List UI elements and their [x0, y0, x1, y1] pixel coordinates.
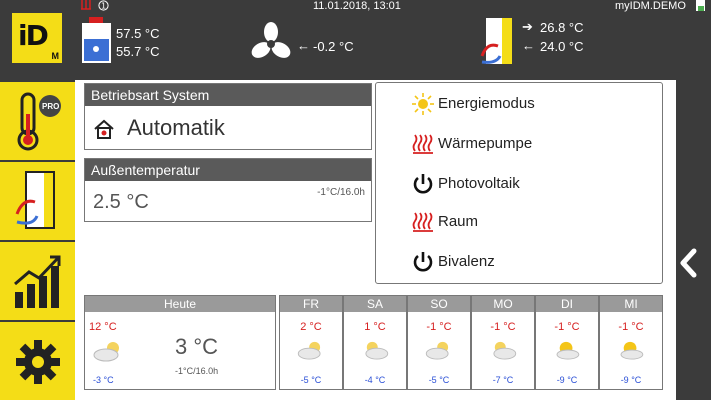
mode-item-bivalenz[interactable]: Bivalenz [413, 252, 495, 272]
forecast-high: -1 °C [426, 321, 452, 333]
forecast-low: -9 °C [620, 375, 642, 385]
today-high: 12 °C [89, 321, 117, 333]
chevron-left-icon[interactable] [678, 248, 700, 278]
boiler-top-temp: 57.5 °C [116, 26, 160, 41]
forecast-day-label: MO [472, 296, 534, 312]
forecast-low: -4 °C [364, 375, 386, 385]
sun-icon [412, 93, 434, 115]
sidebar-item-settings[interactable] [0, 322, 75, 400]
forecast-high: 1 °C [364, 321, 386, 333]
forecast-day-label: SA [344, 296, 406, 312]
sidebar-item-thermometer-pro[interactable]: PRO [0, 82, 75, 160]
forecast-day-label: FR [280, 296, 342, 312]
arrow-right-icon: ➔ [522, 19, 533, 34]
forecast-low: -5 °C [300, 375, 322, 385]
fan-icon[interactable] [250, 22, 292, 64]
sunny-cloud-icon [620, 341, 644, 360]
system-mode-panel[interactable]: Betriebsart System Automatik [84, 83, 372, 150]
forecast-day-label: MI [600, 296, 662, 312]
modes-list: Energiemodus Wärmepumpe Photovoltaik Rau… [375, 82, 663, 284]
water-tank-icon[interactable] [80, 17, 113, 64]
partly-cloudy-icon [93, 342, 119, 362]
logo-sub: M [51, 51, 60, 61]
partly-cloudy-icon [297, 341, 321, 360]
forecast-low: -9 °C [556, 375, 578, 385]
arrow-left-icon: ← [297, 38, 310, 53]
power-icon [413, 174, 433, 194]
heating-circuit-icon[interactable] [478, 16, 516, 66]
system-mode-value: Automatik [127, 115, 225, 140]
forecast-day[interactable]: SO -1 °C -5 °C [407, 295, 471, 390]
partly-cloudy-icon [493, 341, 517, 360]
forecast-day[interactable]: SA 1 °C -4 °C [343, 295, 407, 390]
svg-text:1: 1 [101, 2, 106, 11]
mode-label: Bivalenz [438, 253, 495, 270]
heater-status-icon [81, 0, 91, 10]
mode-label: Wärmepumpe [438, 135, 533, 152]
top-bar: iD M 1 11.01.2018, 13:01 myIDM.DEMO 57.5… [0, 0, 711, 80]
sunny-cloud-icon [556, 341, 580, 360]
today-label: Heute [85, 296, 275, 312]
heat-icon [412, 212, 433, 232]
outside-temp-panel[interactable]: Außentemperatur 2.5 °C -1°C/16.0h [84, 158, 372, 222]
partly-cloudy-icon [365, 341, 389, 360]
arrow-left-icon: ← [522, 38, 535, 53]
heatpump-icon [15, 171, 55, 229]
forecast-day[interactable]: MI -1 °C -9 °C [599, 295, 663, 390]
logo-text: iD [18, 19, 49, 52]
idm-logo: iD M [12, 13, 62, 63]
statistics-icon [14, 255, 61, 308]
boiler-bottom-temp: 55.7 °C [116, 44, 160, 59]
forecast-day-label: SO [408, 296, 470, 312]
forecast-high: -1 °C [554, 321, 580, 333]
power-icon [413, 252, 433, 272]
thermometer-pro-icon [17, 92, 61, 151]
weather-today-panel[interactable]: Heute 12 °C -3 °C 3 °C -1°C/16.0h [84, 295, 276, 390]
today-trend: -1°C/16.0h [175, 366, 219, 376]
pro-label: PRO [42, 102, 60, 111]
sidebar-item-statistics[interactable] [0, 242, 75, 320]
home-icon [94, 119, 114, 139]
forecast-low: -5 °C [428, 375, 450, 385]
heat-icon [412, 134, 433, 154]
mode-item-waermepumpe[interactable]: Wärmepumpe [412, 134, 533, 154]
today-current: 3 °C [175, 334, 219, 359]
forecast-day[interactable]: MO -1 °C -7 °C [471, 295, 535, 390]
forecast-high: 2 °C [300, 321, 322, 333]
forecast-day-label: DI [536, 296, 598, 312]
partly-cloudy-icon [425, 341, 449, 360]
document-icon[interactable] [695, 0, 707, 12]
gear-icon [16, 340, 60, 384]
forecast-high: -1 °C [618, 321, 644, 333]
outside-temp-title: Außentemperatur [85, 159, 371, 181]
mode-label: Energiemodus [438, 95, 535, 112]
right-nav-strip [676, 80, 711, 400]
forecast-day[interactable]: DI -1 °C -9 °C [535, 295, 599, 390]
today-low: -3 °C [93, 375, 114, 385]
sidebar-item-heatpump[interactable] [0, 162, 75, 240]
mode-label: Photovoltaik [438, 175, 520, 192]
forecast-high: -1 °C [490, 321, 516, 333]
mode-item-photovoltaik[interactable]: Photovoltaik [413, 174, 520, 194]
outside-temp-value: 2.5 °C [93, 191, 149, 213]
heating-out-temp: 26.8 °C [540, 20, 584, 35]
fan-temp: -0.2 °C [313, 39, 354, 54]
user-name[interactable]: myIDM.DEMO [615, 0, 686, 12]
heating-in-temp: 24.0 °C [540, 39, 584, 54]
mode-item-energiemodus[interactable]: Energiemodus [412, 93, 535, 115]
info-icon[interactable]: 1 [98, 0, 109, 11]
forecast-low: -7 °C [492, 375, 514, 385]
forecast-day[interactable]: FR 2 °C -5 °C [279, 295, 343, 390]
sidebar: PRO [0, 80, 75, 400]
outside-temp-trend: -1°C/16.0h [317, 187, 365, 198]
mode-label: Raum [438, 213, 479, 230]
datetime: 11.01.2018, 13:01 [313, 0, 401, 12]
system-mode-title: Betriebsart System [85, 84, 371, 106]
mode-item-raum[interactable]: Raum [412, 212, 479, 232]
